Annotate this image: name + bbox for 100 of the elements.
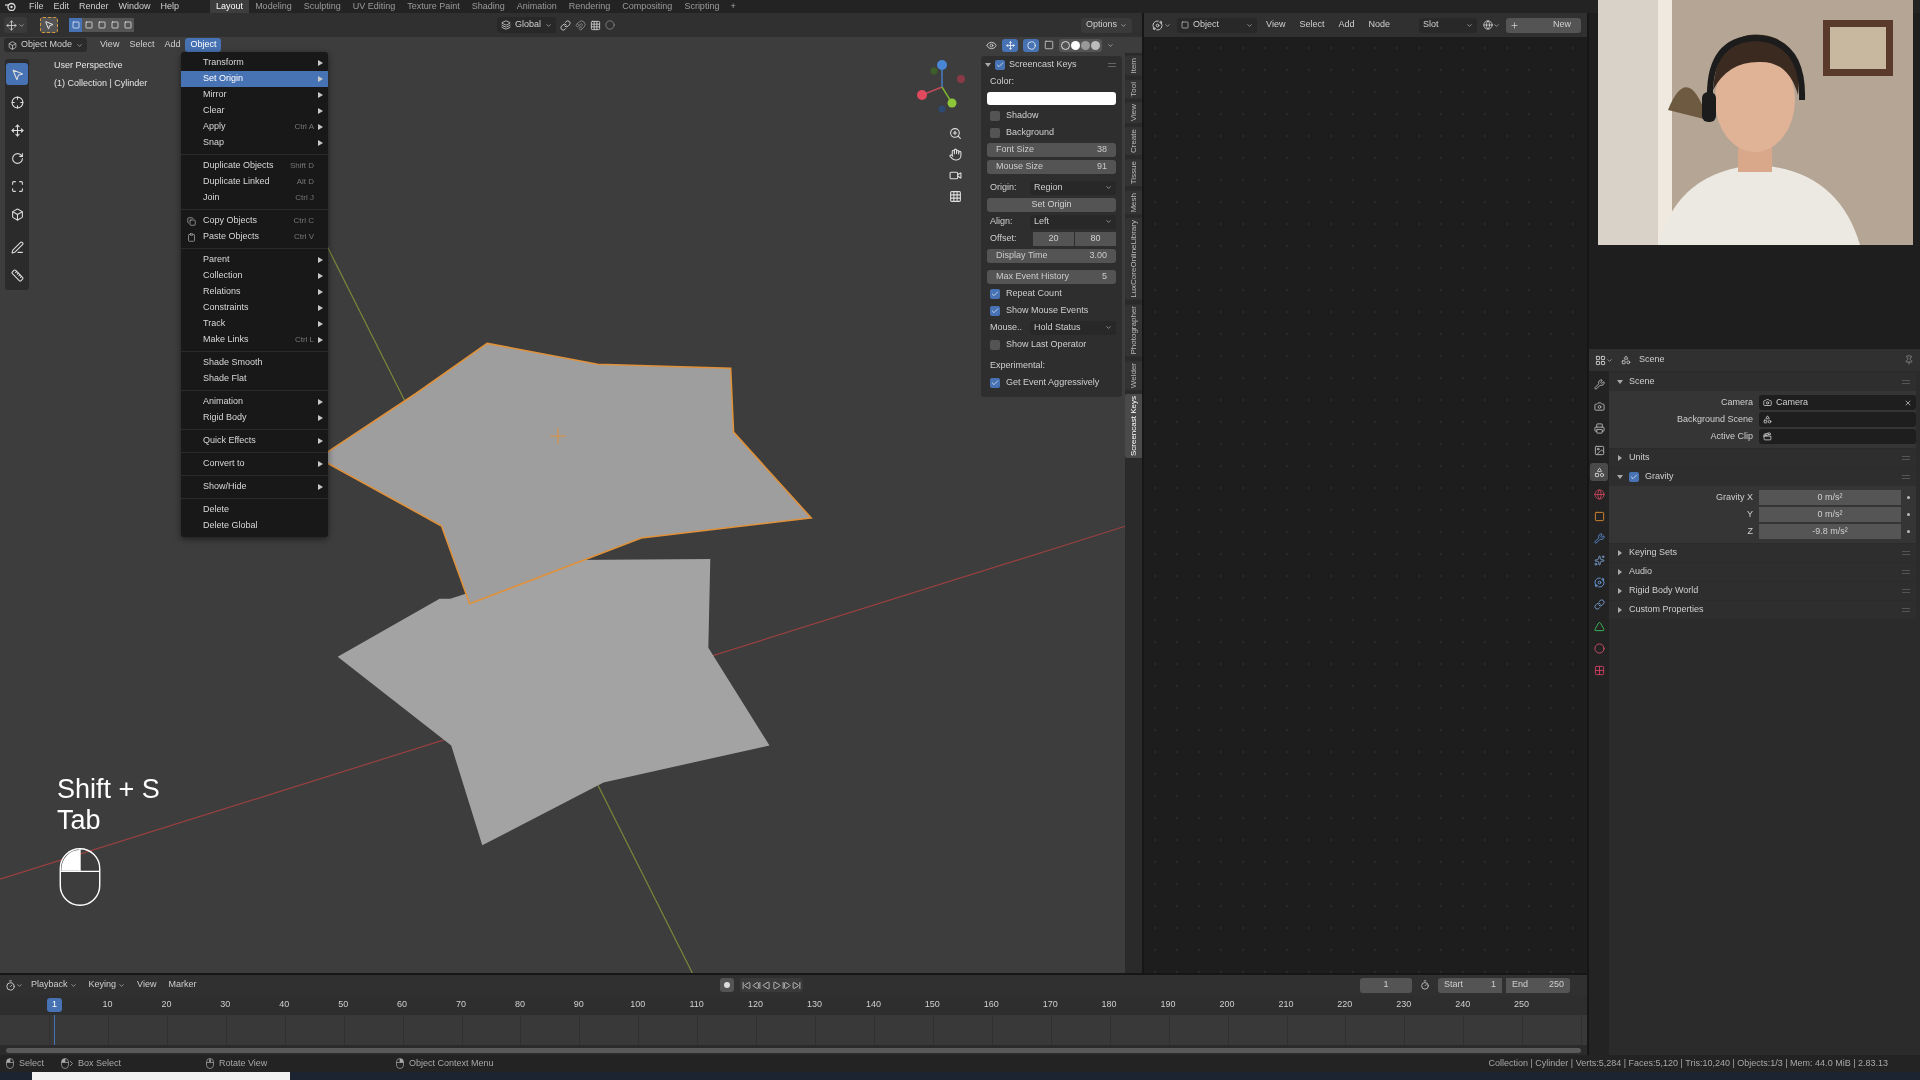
menu-item[interactable]: Shade Smooth (181, 355, 328, 371)
hand-icon[interactable] (948, 148, 962, 161)
number-field[interactable]: 0 m/s² (1759, 507, 1901, 522)
collapsed-triangle-icon[interactable] (1617, 569, 1623, 575)
menu-button[interactable]: View (1261, 18, 1291, 32)
sidebar-tab[interactable]: Mesh (1124, 190, 1143, 215)
end-frame-field[interactable]: End 250 (1506, 977, 1570, 993)
workspace-tab[interactable]: UV Editing (346, 0, 402, 13)
workspace-tab[interactable]: Texture Paint (401, 0, 466, 13)
collapsed-triangle-icon[interactable] (1617, 607, 1623, 613)
drag-handle-icon[interactable] (1902, 608, 1910, 612)
editor-type-button[interactable] (1595, 354, 1613, 366)
menu-item[interactable]: Relations (181, 284, 328, 300)
playhead-marker[interactable]: 1 (47, 998, 62, 1012)
set-origin-button[interactable]: Set Origin (987, 197, 1117, 212)
workspace-tab[interactable]: Sculpting (297, 0, 347, 13)
selection-mode-button[interactable] (95, 18, 108, 32)
editor-type-button[interactable] (4, 17, 27, 33)
menu-item[interactable]: Parent (181, 252, 328, 268)
checkbox[interactable] (1629, 472, 1639, 482)
menu-item[interactable]: Window (113, 0, 156, 14)
menu-button[interactable]: View (95, 38, 125, 52)
window-thumbnail[interactable] (32, 1072, 290, 1080)
menu-button[interactable]: Keying (84, 978, 130, 992)
menu-item[interactable]: Duplicate Linked Alt D (181, 174, 328, 190)
menu-button[interactable]: Add (1333, 18, 1360, 32)
link-icon[interactable] (560, 19, 571, 31)
properties-tab[interactable] (1590, 463, 1608, 481)
step-back-icon[interactable] (752, 980, 762, 990)
checkbox[interactable] (990, 127, 1001, 138)
camera-icon[interactable] (948, 169, 962, 182)
pin-icon[interactable] (1904, 355, 1914, 365)
jump-start-icon[interactable] (742, 980, 752, 990)
sidebar-tab[interactable]: Photographer (1124, 304, 1143, 357)
dropdown[interactable]: Left (1030, 214, 1117, 229)
expanded-triangle-icon[interactable] (1617, 379, 1623, 385)
menu-item[interactable]: Edit (48, 0, 75, 14)
zoom-icon[interactable] (948, 127, 962, 140)
material-browse-button[interactable] (1481, 20, 1502, 30)
menu-item[interactable]: Set Origin (181, 71, 328, 87)
drag-handle-icon[interactable] (1108, 62, 1117, 67)
xray-icon[interactable] (1044, 40, 1055, 50)
drag-handle-icon[interactable] (1902, 589, 1910, 593)
collapsed-triangle-icon[interactable] (1617, 455, 1623, 461)
collapsed-triangle-icon[interactable] (1617, 550, 1623, 556)
menu-item[interactable]: Clear (181, 103, 328, 119)
menu-item[interactable]: Help (155, 0, 185, 14)
selection-mode-button[interactable] (82, 18, 95, 32)
number-field[interactable]: 20 (1033, 231, 1075, 246)
add-workspace-button[interactable]: + (725, 0, 741, 14)
menu-item[interactable]: Shade Flat (181, 371, 328, 387)
sidebar-tab[interactable]: Create (1124, 127, 1143, 156)
grid-icon[interactable] (590, 19, 601, 31)
drag-handle-icon[interactable] (1902, 475, 1910, 479)
sidebar-tab[interactable]: Welder (1124, 360, 1143, 390)
menu-item[interactable]: Delete Global (181, 518, 328, 534)
workspace-tab[interactable]: Layout (210, 0, 250, 13)
menu-item[interactable]: Constraints (181, 300, 328, 316)
stopwatch-icon[interactable] (1420, 980, 1430, 990)
drag-handle-icon[interactable] (1902, 456, 1910, 460)
selection-mode-button[interactable] (121, 18, 134, 32)
gizmo-toggle-button[interactable] (1002, 38, 1019, 52)
menu-item[interactable]: Mirror (181, 87, 328, 103)
eye-icon[interactable] (986, 39, 998, 51)
menu-button[interactable]: Object (185, 38, 222, 52)
checkbox[interactable] (990, 288, 1001, 299)
menu-button[interactable]: Node (1363, 18, 1395, 32)
checkbox[interactable] (990, 305, 1001, 316)
sidebar-tab[interactable]: View (1124, 102, 1143, 124)
close-icon[interactable] (1904, 398, 1912, 407)
record-button[interactable] (720, 978, 735, 992)
sidebar-tab[interactable]: Item (1124, 56, 1143, 76)
select-tool-button[interactable] (40, 17, 58, 33)
magnet-icon[interactable] (575, 19, 586, 31)
logo-icon[interactable] (5, 2, 16, 11)
checkbox[interactable] (990, 110, 1001, 121)
menu-item[interactable]: Track (181, 316, 328, 332)
workspace-tab[interactable]: Modeling (249, 0, 298, 13)
start-frame-field[interactable]: Start 1 (1438, 977, 1502, 993)
menu-item[interactable]: Transform (181, 55, 328, 71)
workspace-tab[interactable]: Scripting (678, 0, 726, 13)
color-swatch[interactable] (987, 92, 1117, 105)
object-field[interactable]: Camera (1759, 395, 1916, 410)
new-button[interactable]: New (1506, 17, 1581, 33)
dropdown[interactable]: Region (1030, 180, 1117, 195)
number-field[interactable]: -9.8 m/s² (1759, 524, 1901, 539)
menu-item[interactable]: Render (74, 0, 114, 14)
editor-type-button[interactable] (5, 979, 23, 991)
menu-item[interactable]: Show/Hide (181, 479, 328, 495)
sidebar-tab[interactable]: Tool (1124, 79, 1143, 99)
menu-button[interactable]: View (133, 978, 161, 992)
current-frame-field[interactable]: 1 (1360, 977, 1412, 993)
overlay-toggle-button[interactable] (1023, 38, 1040, 52)
workspace-tab[interactable]: Compositing (616, 0, 679, 13)
menu-button[interactable]: Playback (27, 978, 81, 992)
sidebar-tab[interactable]: Screencast Keys (1124, 393, 1143, 458)
expanded-triangle-icon[interactable] (985, 61, 992, 68)
menu-item[interactable]: Snap (181, 135, 328, 151)
menu-button[interactable]: Select (124, 38, 160, 52)
menu-item[interactable]: File (24, 0, 49, 14)
